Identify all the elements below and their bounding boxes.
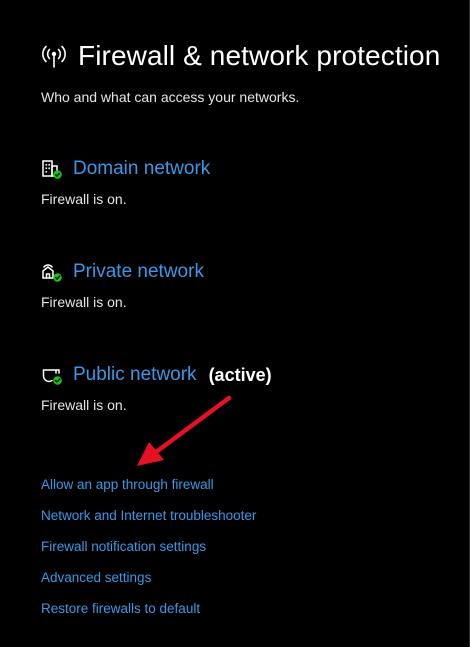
domain-network-section: Domain network Firewall is on.: [41, 156, 461, 207]
public-network-link[interactable]: Public network: [73, 364, 197, 386]
active-annotation: (active): [208, 364, 272, 385]
private-network-link[interactable]: Private network: [73, 261, 204, 283]
allow-app-link[interactable]: Allow an app through firewall: [41, 477, 256, 508]
public-network-section: Public network (active) Firewall is on.: [41, 362, 461, 413]
domain-network-icon: [41, 158, 63, 180]
restore-defaults-link[interactable]: Restore firewalls to default: [41, 601, 256, 632]
page-header: Firewall & network protection: [40, 40, 440, 72]
private-network-status: Firewall is on.: [41, 294, 127, 310]
troubleshooter-link[interactable]: Network and Internet troubleshooter: [41, 508, 256, 539]
private-network-section: Private network Firewall is on.: [41, 259, 461, 310]
page-title: Firewall & network protection: [78, 40, 441, 71]
advanced-settings-link[interactable]: Advanced settings: [41, 570, 256, 601]
antenna-icon: [40, 42, 68, 70]
page-subtitle: Who and what can access your networks.: [41, 89, 300, 105]
private-network-icon: [41, 261, 63, 283]
domain-network-status: Firewall is on.: [41, 191, 127, 207]
firewall-links: Allow an app through firewall Network an…: [41, 477, 256, 632]
domain-network-link[interactable]: Domain network: [73, 158, 210, 180]
public-network-status: Firewall is on.: [41, 397, 127, 413]
firewall-page: Firewall & network protection Who and wh…: [0, 0, 470, 647]
notification-settings-link[interactable]: Firewall notification settings: [41, 539, 256, 570]
public-network-icon: [41, 364, 63, 386]
